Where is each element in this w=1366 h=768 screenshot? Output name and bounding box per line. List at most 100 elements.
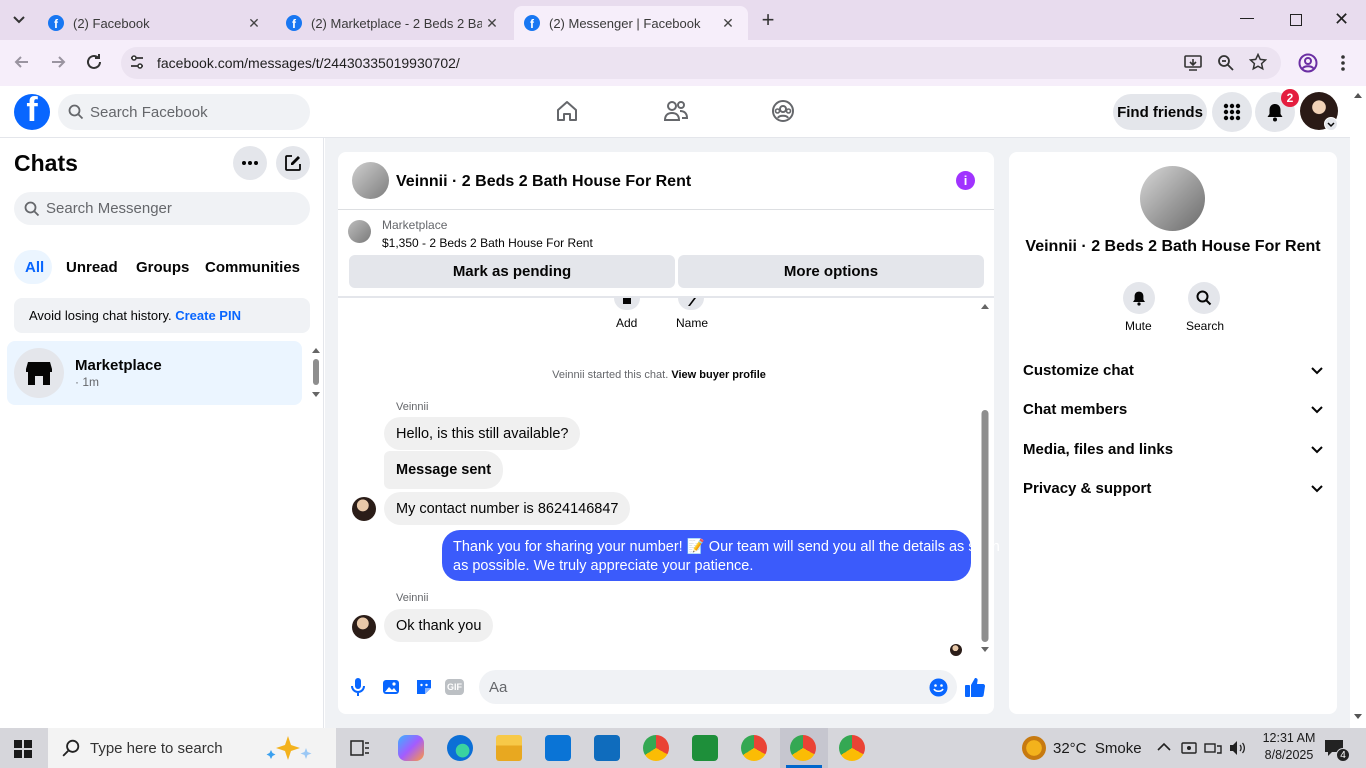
view-buyer-profile-link[interactable]: View buyer profile [671, 369, 766, 381]
emoji-button[interactable] [929, 678, 948, 697]
message-bubble[interactable]: My contact number is 8624146847 [384, 492, 631, 525]
customize-chat-section[interactable]: Customize chat [1023, 362, 1323, 379]
listing-detail[interactable]: $1,350 - 2 Beds 2 Bath House For Rent [382, 236, 593, 250]
minimize-window-button[interactable] [1240, 18, 1254, 19]
browser-tab-marketplace[interactable]: f (2) Marketplace - 2 Beds 2 Bath ✕ [276, 6, 512, 40]
messenger-search-input[interactable]: Search Messenger [14, 192, 310, 225]
filter-all[interactable]: All [25, 259, 44, 276]
mute-button[interactable] [1123, 282, 1155, 314]
meet-now-icon[interactable] [1181, 741, 1197, 755]
chevron-down-icon [13, 16, 25, 24]
message-bubble[interactable]: Hello, is this still available? [384, 417, 581, 450]
new-tab-button[interactable]: + [758, 8, 778, 32]
facebook-favicon-icon: f [524, 15, 540, 31]
message-bubble[interactable]: Message sent [384, 451, 504, 489]
zoom-icon[interactable] [1217, 54, 1235, 72]
chats-title: Chats [14, 150, 78, 176]
new-message-button[interactable] [276, 146, 310, 180]
sender-avatar[interactable] [352, 615, 376, 639]
chat-list-scrollbar[interactable] [311, 345, 321, 400]
message-bubble[interactable]: Ok thank you [384, 609, 494, 642]
create-pin-link[interactable]: Create PIN [175, 308, 241, 323]
filter-unread[interactable]: Unread [66, 259, 118, 276]
profile-icon[interactable] [1298, 53, 1318, 73]
voice-clip-button[interactable] [349, 677, 367, 697]
task-view-icon[interactable] [350, 740, 370, 758]
details-avatar[interactable] [1140, 166, 1205, 231]
close-tab-icon[interactable]: ✕ [244, 15, 264, 32]
notice-text: Avoid losing chat history. [29, 308, 172, 323]
message-text: Ok thank you [396, 617, 482, 634]
conversation-scrollbar[interactable] [980, 300, 990, 656]
message-input[interactable]: Aa [479, 670, 957, 704]
conversation-title[interactable]: Veinnii · 2 Beds 2 Bath House For Rent [396, 173, 691, 191]
sender-avatar[interactable] [352, 497, 376, 521]
name-action-label: Name [676, 316, 709, 330]
sticker-button[interactable] [414, 677, 434, 697]
copilot-app-icon[interactable] [398, 735, 424, 761]
privacy-support-section[interactable]: Privacy & support [1023, 480, 1323, 497]
filter-groups[interactable]: Groups [136, 259, 189, 276]
media-files-links-section[interactable]: Media, files and links [1023, 441, 1323, 458]
attach-photo-button[interactable] [381, 677, 401, 697]
more-options-button[interactable]: More options [678, 255, 984, 288]
copilot-sparkle-icon[interactable] [266, 734, 326, 762]
weather-icon[interactable] [1022, 736, 1046, 760]
seen-indicator-avatar [950, 644, 962, 656]
close-tab-icon[interactable]: ✕ [718, 15, 738, 32]
browser-tab-messenger[interactable]: f (2) Messenger | Facebook ✕ [514, 6, 748, 40]
outgoing-message-bubble[interactable]: Thank you for sharing your number! 📝 Our… [442, 530, 1000, 581]
forward-button[interactable] [48, 52, 70, 74]
nav-groups[interactable] [771, 99, 795, 123]
mark-as-pending-button[interactable]: Mark as pending [349, 255, 675, 288]
search-label: Search [1186, 319, 1225, 333]
stock-app-icon[interactable] [692, 735, 718, 761]
microsoft-store-icon[interactable] [545, 735, 571, 761]
file-explorer-icon[interactable] [496, 735, 522, 761]
listing-thumbnail[interactable] [348, 220, 371, 243]
chat-name: Marketplace [75, 357, 162, 374]
outlook-icon[interactable] [594, 735, 620, 761]
bookmark-star-icon[interactable] [1249, 53, 1267, 71]
clock-date[interactable]: 8/8/2025 [1259, 748, 1319, 762]
conversation-info-button[interactable]: i [956, 171, 975, 190]
restore-window-button[interactable] [1290, 14, 1302, 26]
url-text[interactable]: facebook.com/messages/t/2443033501993070… [157, 55, 460, 71]
name-action-icon[interactable] [678, 298, 704, 310]
back-button[interactable] [12, 52, 34, 74]
close-window-button[interactable]: ✕ [1334, 9, 1349, 30]
page-scrollbar[interactable] [1352, 88, 1364, 726]
chrome-icon[interactable] [643, 735, 669, 761]
volume-icon[interactable] [1228, 740, 1246, 756]
tray-chevron-icon[interactable] [1157, 742, 1171, 752]
filter-communities[interactable]: Communities [205, 259, 300, 276]
browser-tab-facebook[interactable]: f (2) Facebook ✕ [38, 6, 274, 40]
chrome-profile-3-icon[interactable] [839, 735, 865, 761]
reload-button[interactable] [84, 52, 106, 74]
start-button[interactable] [14, 740, 32, 758]
chat-members-section[interactable]: Chat members [1023, 401, 1323, 418]
nav-home[interactable] [555, 99, 579, 123]
weather-text[interactable]: 32°C Smoke [1053, 740, 1142, 757]
gif-button[interactable]: GIF [445, 679, 464, 695]
browser-menu-icon[interactable] [1340, 54, 1346, 72]
like-button[interactable] [964, 676, 986, 698]
chat-options-button[interactable] [233, 146, 267, 180]
facebook-logo-icon[interactable]: f [14, 94, 50, 130]
chrome-profile-1-icon[interactable] [741, 735, 767, 761]
chrome-profile-2-icon[interactable] [790, 735, 816, 761]
clock-time[interactable]: 12:31 AM [1259, 731, 1319, 745]
close-tab-icon[interactable]: ✕ [482, 15, 502, 32]
conversation-avatar[interactable] [352, 162, 389, 199]
search-in-conversation-button[interactable] [1188, 282, 1220, 314]
facebook-search-input[interactable]: Search Facebook [58, 94, 310, 130]
nav-friends[interactable] [663, 99, 689, 123]
add-action-icon[interactable] [614, 298, 640, 310]
network-icon[interactable] [1204, 741, 1222, 755]
install-app-icon[interactable] [1184, 54, 1202, 72]
menu-button[interactable] [1212, 92, 1252, 132]
find-friends-button[interactable]: Find friends [1113, 94, 1207, 130]
edge-browser-icon[interactable] [447, 735, 473, 761]
tab-search-button[interactable] [8, 10, 30, 30]
site-info-icon[interactable] [128, 53, 146, 71]
